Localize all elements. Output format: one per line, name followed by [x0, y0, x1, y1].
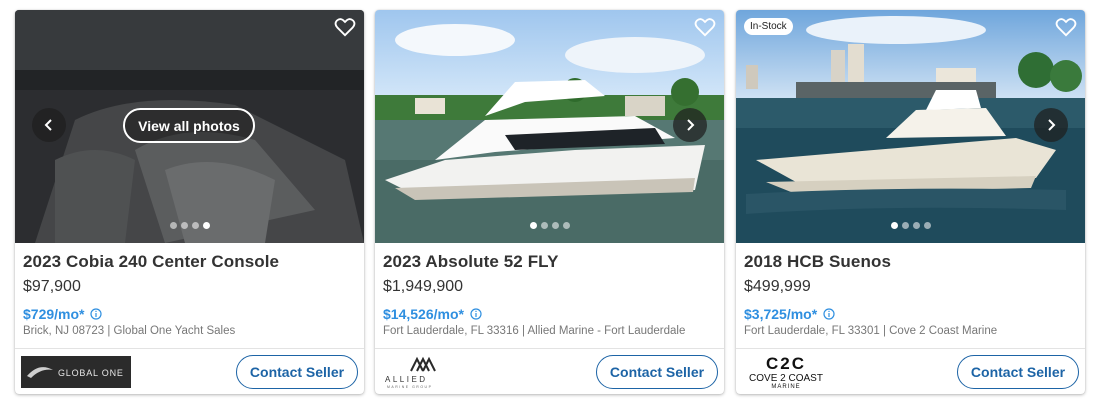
contact-seller-button[interactable]: Contact Seller: [957, 354, 1079, 389]
global-one-logo: GLOBAL ONE: [21, 355, 131, 388]
listing-price: $97,900: [23, 278, 81, 295]
monthly-payment: $14,526/mo*: [383, 305, 716, 323]
photo-dot-active[interactable]: [890, 222, 898, 229]
card-footer: GLOBAL ONE Contact Seller: [15, 348, 364, 394]
photo-dot[interactable]: [912, 222, 920, 229]
view-all-photos-button[interactable]: View all photos: [123, 108, 255, 143]
previous-photo-button[interactable]: [32, 108, 66, 142]
dealer-logo-text: ALLIED: [385, 375, 428, 384]
listing-card[interactable]: View all photos 2023 Cobia 240 Center Co…: [15, 10, 364, 394]
photo-pagination-dots: [736, 222, 1085, 229]
photo-dot-active[interactable]: [529, 222, 537, 229]
listing-title[interactable]: 2023 Cobia 240 Center Console: [23, 252, 356, 275]
listing-card[interactable]: In-Stock 2018 HCB Suenos $499,999 $3,725…: [736, 10, 1085, 394]
listing-info: 2018 HCB Suenos $499,999 $3,725/mo* Fort…: [736, 243, 1085, 341]
photo-dot[interactable]: [901, 222, 909, 229]
photo-dot-active[interactable]: [202, 222, 210, 229]
photo-dot[interactable]: [562, 222, 570, 229]
info-icon[interactable]: [823, 308, 835, 320]
listing-price: $499,999: [744, 278, 811, 295]
listing-grid: View all photos 2023 Cobia 240 Center Co…: [0, 0, 1097, 402]
listing-photo-carousel[interactable]: In-Stock: [736, 10, 1085, 243]
favorite-heart-icon[interactable]: [694, 17, 716, 37]
listing-location: Fort Lauderdale, FL 33316 | Allied Marin…: [383, 325, 686, 337]
photo-dot[interactable]: [180, 222, 188, 229]
listing-photo-carousel[interactable]: [375, 10, 724, 243]
photo-dot[interactable]: [540, 222, 548, 229]
photo-pagination-dots: [15, 222, 364, 229]
next-photo-button[interactable]: [1034, 108, 1068, 142]
listing-info: 2023 Absolute 52 FLY $1,949,900 $14,526/…: [375, 243, 724, 341]
photo-dot[interactable]: [191, 222, 199, 229]
favorite-heart-icon[interactable]: [334, 17, 356, 37]
dealer-logo[interactable]: GLOBAL ONE: [21, 355, 131, 389]
monthly-payment: $3,725/mo*: [744, 305, 1077, 323]
dealer-logo-text: GLOBAL ONE: [58, 368, 124, 378]
chevron-right-icon: [687, 119, 695, 131]
boat-photo: [375, 10, 724, 243]
monthly-payment-value: $14,526/mo*: [383, 306, 464, 322]
listing-card[interactable]: 2023 Absolute 52 FLY $1,949,900 $14,526/…: [375, 10, 724, 394]
dealer-logo-subtext: MARINE GROUP: [387, 385, 432, 389]
contact-seller-button[interactable]: Contact Seller: [596, 354, 718, 389]
photo-dot[interactable]: [551, 222, 559, 229]
boat-photo: [736, 10, 1085, 243]
listing-photo-carousel[interactable]: View all photos: [15, 10, 364, 243]
dealer-logo[interactable]: C2C COVE 2 COAST MARINE: [742, 354, 830, 390]
info-icon[interactable]: [90, 308, 103, 320]
monthly-payment-value: $3,725/mo*: [744, 306, 818, 322]
monthly-payment-value: $729/mo*: [23, 306, 85, 322]
listing-location: Brick, NJ 08723 | Global One Yacht Sales: [23, 325, 236, 337]
photo-dot[interactable]: [923, 222, 931, 229]
listing-title[interactable]: 2018 HCB Suenos: [744, 252, 1077, 275]
photo-pagination-dots: [375, 222, 724, 229]
dealer-logo[interactable]: ALLIED MARINE GROUP: [381, 355, 461, 389]
listing-title[interactable]: 2023 Absolute 52 FLY: [383, 252, 716, 275]
next-photo-button[interactable]: [673, 108, 707, 142]
chevron-left-icon: [44, 119, 52, 131]
dealer-logo-line2: COVE 2 COAST: [749, 373, 823, 384]
listing-price: $1,949,900: [383, 278, 464, 295]
contact-seller-button[interactable]: Contact Seller: [236, 354, 358, 389]
cove-2-coast-logo: C2C COVE 2 COAST MARINE: [749, 354, 823, 390]
dealer-logo-text: C2C: [766, 354, 806, 373]
in-stock-badge: In-Stock: [744, 18, 793, 35]
photo-dot[interactable]: [169, 222, 177, 229]
card-footer: ALLIED MARINE GROUP Contact Seller: [375, 348, 724, 394]
info-icon[interactable]: [470, 308, 482, 320]
allied-marine-logo: ALLIED MARINE GROUP: [385, 356, 436, 389]
card-footer: C2C COVE 2 COAST MARINE Contact Seller: [736, 348, 1085, 394]
chevron-right-icon: [1048, 119, 1056, 131]
listing-info: 2023 Cobia 240 Center Console $97,900 $7…: [15, 243, 364, 341]
dealer-logo-line3: MARINE: [771, 384, 800, 390]
favorite-heart-icon[interactable]: [1055, 17, 1077, 37]
listing-location: Fort Lauderdale, FL 33301 | Cove 2 Coast…: [744, 325, 998, 337]
monthly-payment: $729/mo*: [23, 305, 356, 323]
